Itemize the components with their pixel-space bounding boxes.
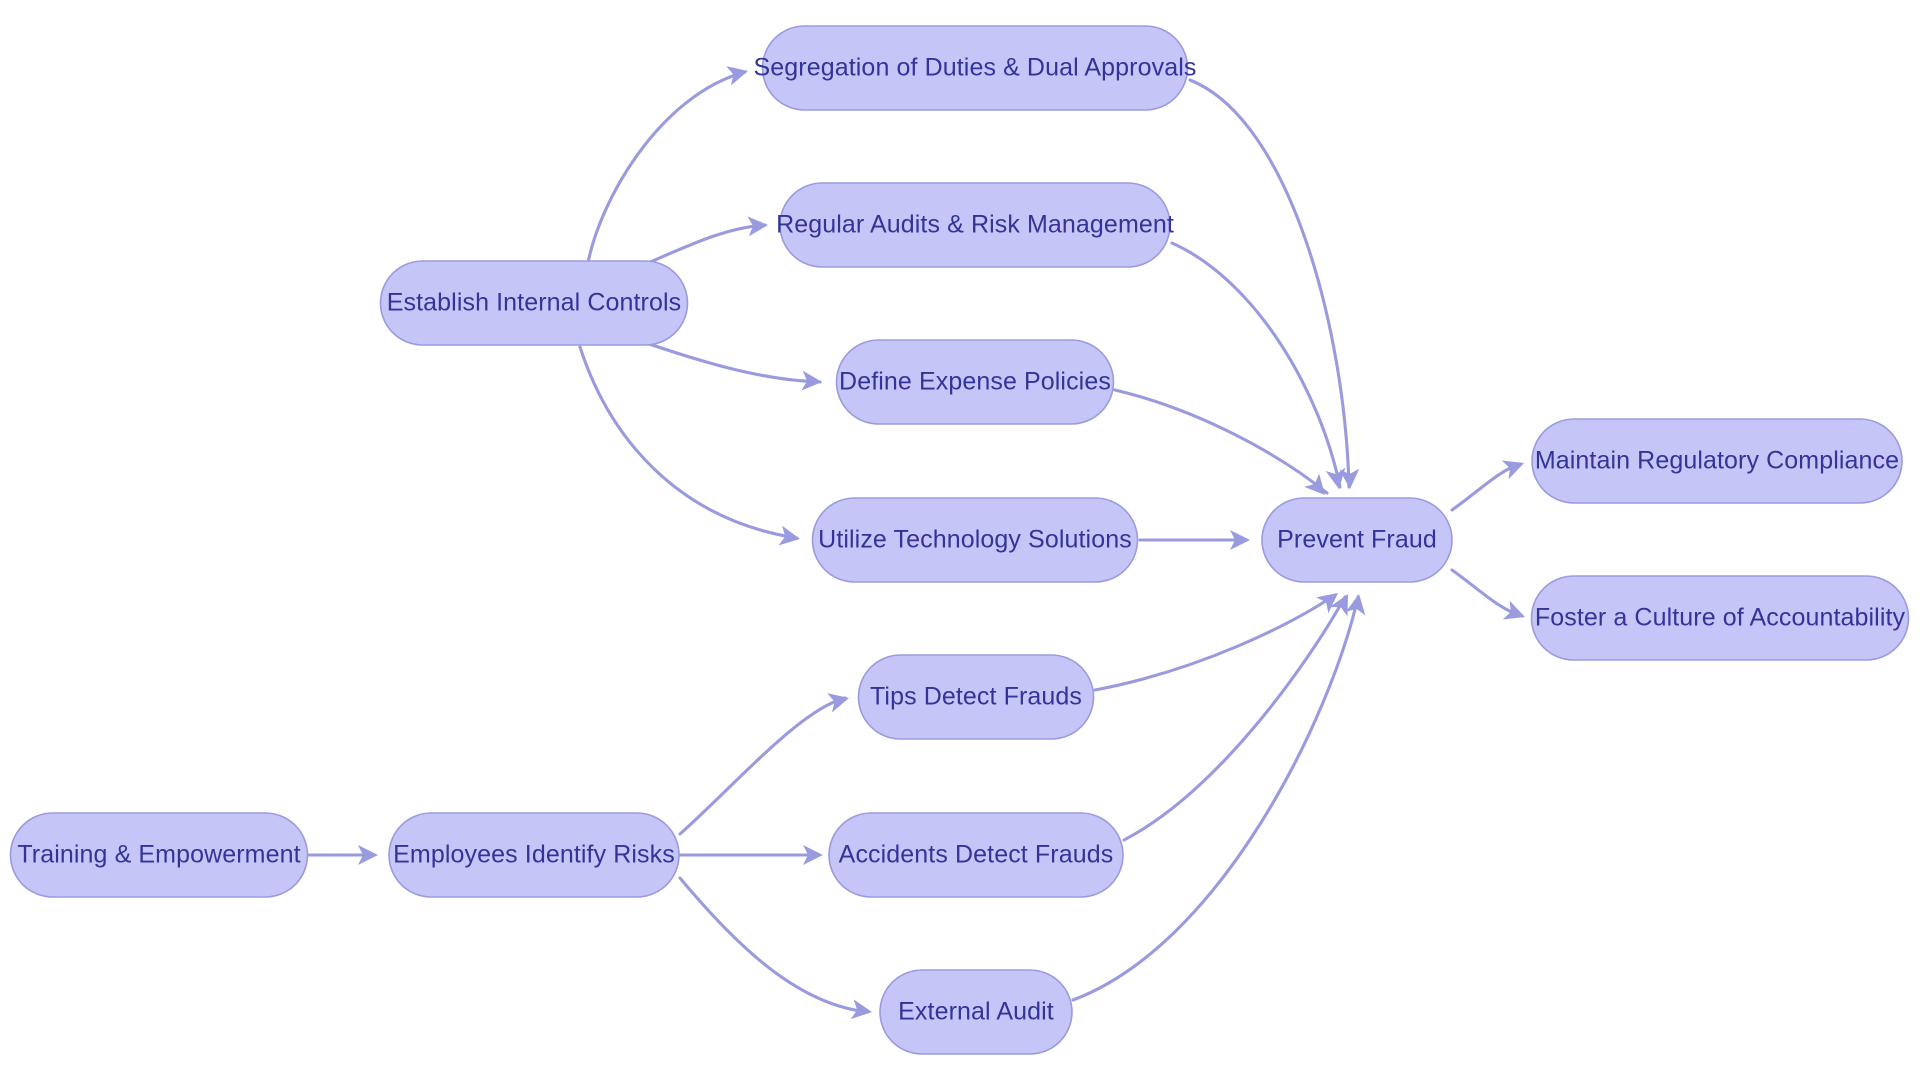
flowchart-svg: Segregation of Duties & Dual Approvals Re… xyxy=(9,25,1910,1055)
node-regular_audits[interactable]: Regular Audits & Risk Management xyxy=(776,182,1174,268)
node-shape-regulatory[interactable] xyxy=(1531,418,1903,504)
node-shape-accountability[interactable] xyxy=(1530,575,1910,661)
node-internal_controls[interactable]: Establish Internal Controls xyxy=(379,260,689,346)
arrowhead-a_emp_tips xyxy=(827,693,849,713)
node-shape-prevent_fraud[interactable] xyxy=(1261,497,1453,583)
node-tips[interactable]: Tips Detect Frauds xyxy=(857,654,1095,740)
arrowhead-a_ic_seg xyxy=(726,66,748,86)
arrowhead-a_pf_reg xyxy=(1501,460,1524,480)
nodes-layer: Segregation of Duties & Dual Approvals Re… xyxy=(9,25,1910,1055)
node-shape-segregation[interactable] xyxy=(761,25,1189,111)
node-expense_policies[interactable]: Define Expense Policies xyxy=(835,339,1115,425)
node-shape-external_audit[interactable] xyxy=(879,969,1073,1055)
node-shape-regular_audits[interactable] xyxy=(779,182,1171,268)
edge-employees-to-external-audit xyxy=(678,876,870,1014)
flowchart-canvas: Segregation of Duties & Dual Approvals Re… xyxy=(0,0,1920,1080)
node-shape-training[interactable] xyxy=(9,812,309,898)
node-regulatory[interactable]: Maintain Regulatory Compliance xyxy=(1531,418,1903,504)
edge-employees-to-tips xyxy=(678,696,847,836)
node-shape-expense_policies[interactable] xyxy=(835,339,1115,425)
node-accidents[interactable]: Accidents Detect Frauds xyxy=(828,812,1124,898)
edge-regular-audits-to-prevent-fraud xyxy=(1170,241,1342,489)
node-technology[interactable]: Utilize Technology Solutions xyxy=(811,497,1139,583)
edge-expense-policies-to-prevent-fraud xyxy=(1113,388,1329,495)
edge-accidents-to-prevent-fraud xyxy=(1122,595,1347,842)
node-shape-internal_controls[interactable] xyxy=(379,260,689,346)
node-training[interactable]: Training & Empowerment xyxy=(9,812,309,898)
node-shape-employees[interactable] xyxy=(388,812,680,898)
node-segregation[interactable]: Segregation of Duties & Dual Approvals xyxy=(754,25,1197,111)
node-shape-technology[interactable] xyxy=(811,497,1139,583)
edge-tips-to-prevent-fraud xyxy=(1093,593,1337,692)
node-prevent_fraud[interactable]: Prevent Fraud xyxy=(1261,497,1453,583)
node-accountability[interactable]: Foster a Culture of Accountability xyxy=(1530,575,1910,661)
arrowhead-a_pf_acc xyxy=(1502,600,1525,620)
node-shape-accidents[interactable] xyxy=(828,812,1124,898)
node-employees[interactable]: Employees Identify Risks xyxy=(388,812,680,898)
node-shape-tips[interactable] xyxy=(857,654,1095,740)
edge-external-audit-to-prevent-fraud xyxy=(1071,595,1360,1002)
node-external_audit[interactable]: External Audit xyxy=(879,969,1073,1055)
